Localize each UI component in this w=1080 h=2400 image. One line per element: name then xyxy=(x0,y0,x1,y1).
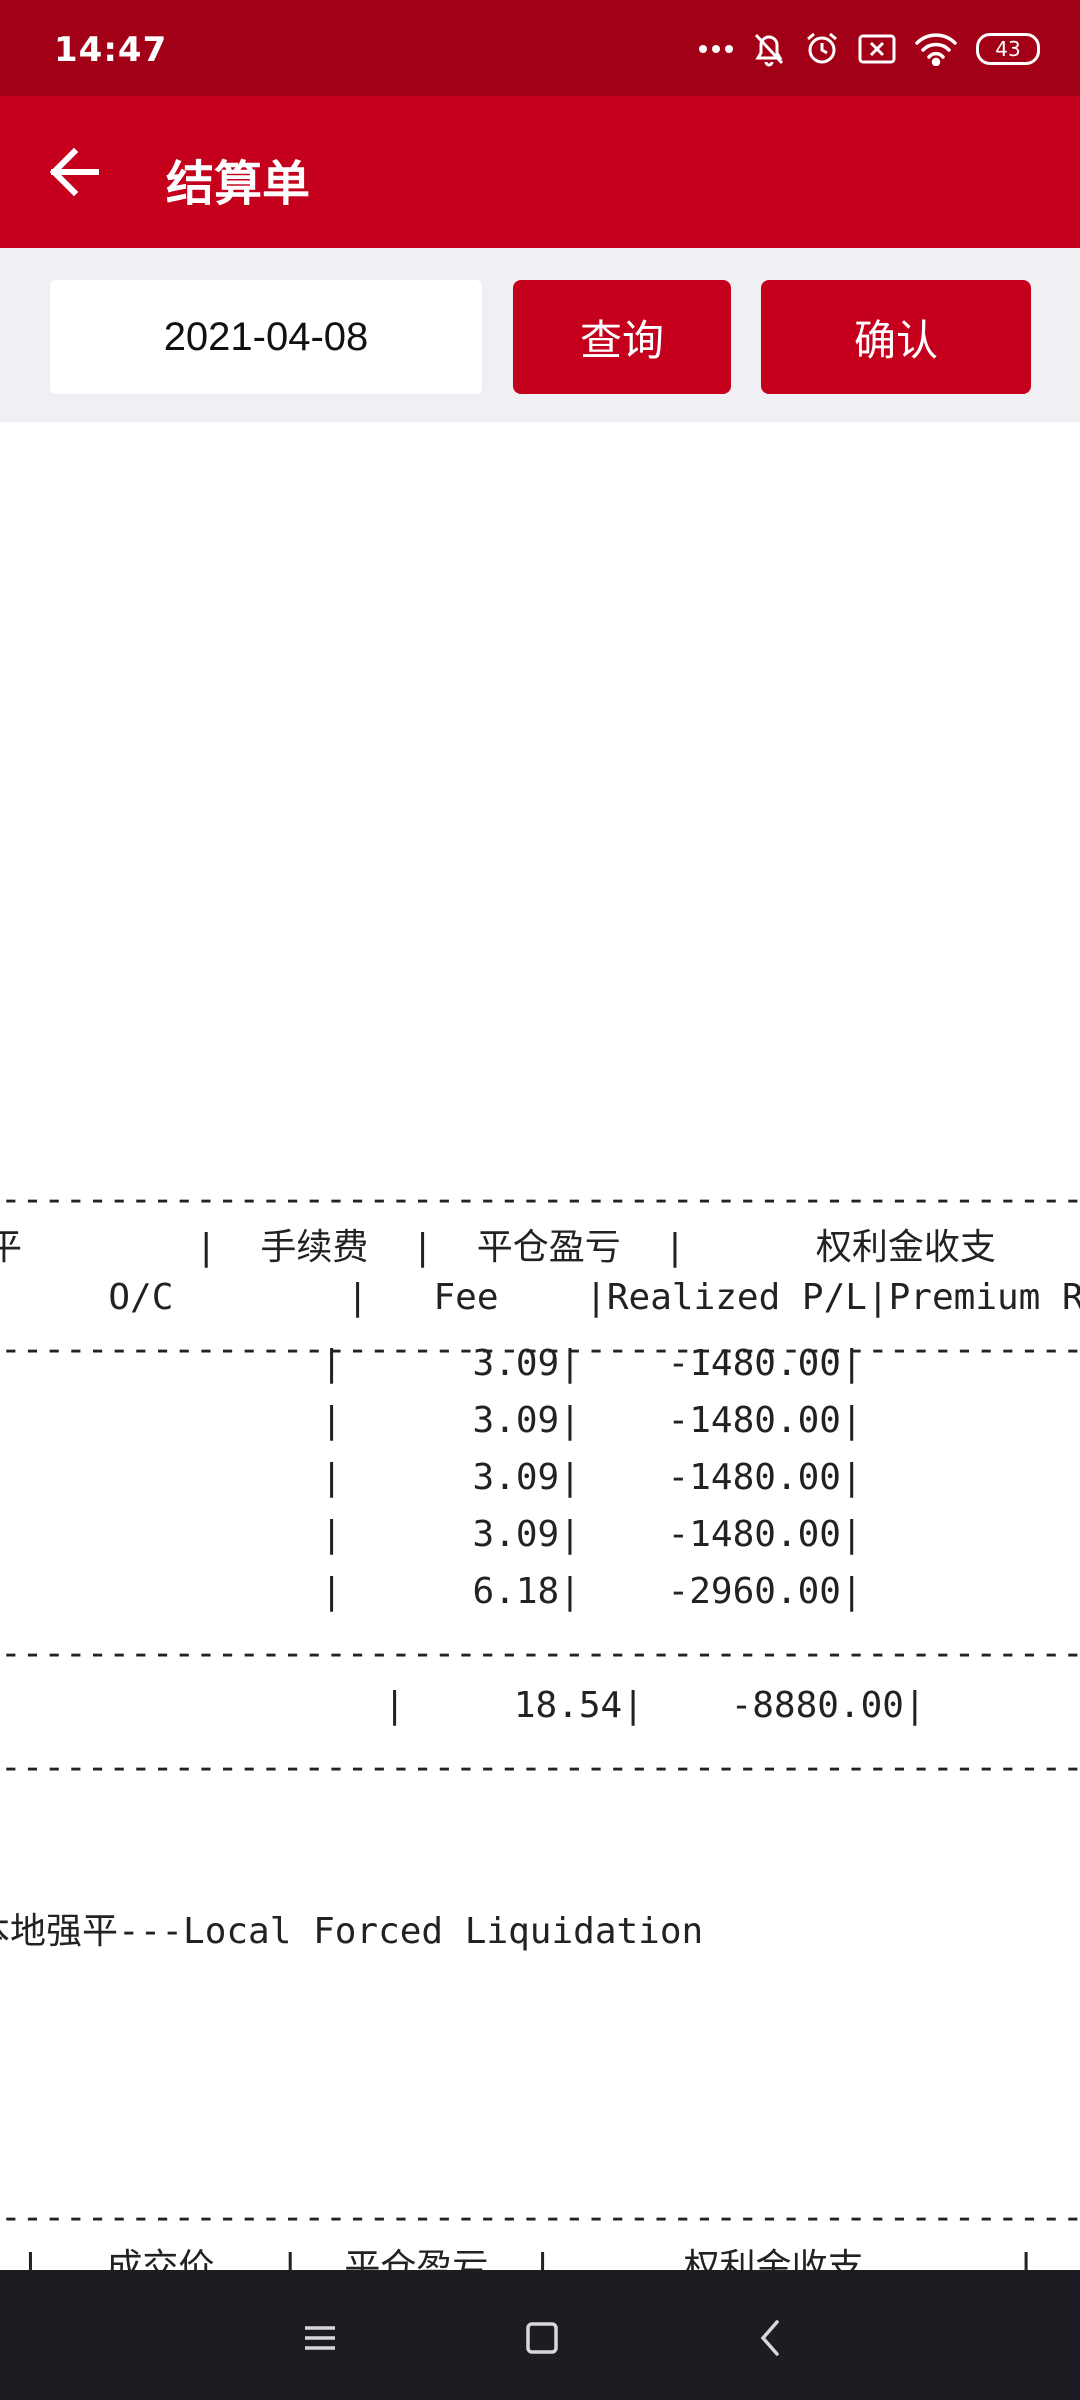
wifi-icon xyxy=(914,32,958,66)
query-button[interactable]: 查询 xyxy=(513,280,731,394)
alarm-icon xyxy=(804,31,840,67)
back-button[interactable] xyxy=(44,140,108,204)
report-divider: ----------------------------------------… xyxy=(0,1179,1080,1220)
status-bar: 14:47 43 xyxy=(0,0,1080,96)
table-row: | 3.09| -1480.00| xyxy=(39,1457,863,1498)
back-icon xyxy=(760,2320,779,2356)
status-icons: 43 xyxy=(698,26,1040,72)
back-arrow-icon xyxy=(49,147,99,197)
home-icon xyxy=(526,2322,558,2354)
battery-icon: 43 xyxy=(976,33,1040,65)
status-time: 14:47 xyxy=(54,30,168,70)
total-row: | 18.54| -8880.00| xyxy=(37,1685,926,1726)
report-divider: ----------------------------------------… xyxy=(0,1747,1080,1788)
menu-button[interactable] xyxy=(290,2308,350,2368)
report-divider: ----------------------------------------… xyxy=(0,1633,1080,1674)
close-box-icon xyxy=(858,34,896,64)
report-header-cn-2: | 成交价 | 平仓盈亏 | 权利金收支 | 成交 xyxy=(0,2247,1080,2271)
page-title: 结算单 xyxy=(166,156,311,212)
confirm-button[interactable]: 确认 xyxy=(761,280,1031,394)
report-divider: ----------------------------------------… xyxy=(0,2197,1080,2238)
nav-back-button[interactable] xyxy=(740,2308,800,2368)
more-dots-icon xyxy=(698,44,734,54)
liquidation-note: 本地强平---Local Forced Liquidation xyxy=(0,1911,704,1952)
report-header-en: O/C | Fee |Realized P/L|Premium Re xyxy=(0,1277,1080,1318)
home-button[interactable] xyxy=(512,2308,572,2368)
date-field[interactable] xyxy=(50,280,482,394)
table-row: | 3.09| -1480.00| xyxy=(39,1514,863,1555)
app-bar: 结算单 xyxy=(0,96,1080,248)
table-row: | 3.09| -1480.00| xyxy=(39,1400,863,1441)
menu-icon xyxy=(305,2326,335,2350)
report-header-cn: 平 | 手续费 | 平仓盈亏 | 权利金收支 | xyxy=(0,1227,1080,1268)
settlement-report[interactable]: ----------------------------------------… xyxy=(0,422,1080,2271)
query-toolbar: 查询 确认 xyxy=(0,248,1080,422)
bell-muted-icon xyxy=(752,31,786,67)
table-row: | 6.18| -2960.00| xyxy=(39,1571,863,1612)
system-nav-bar xyxy=(0,2270,1080,2400)
table-row: | 3.09| -1480.00| xyxy=(39,1343,863,1384)
